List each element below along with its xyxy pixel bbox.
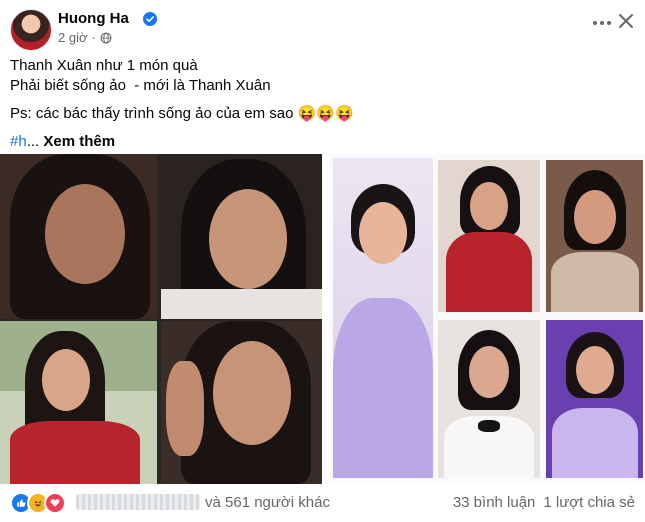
left-collage[interactable] (0, 154, 322, 484)
love-icon (44, 492, 66, 514)
post-text: Thanh Xuân như 1 món quà Phải biết sống … (10, 56, 630, 152)
close-icon[interactable] (613, 8, 639, 34)
shares-count[interactable]: 1 lượt chia sẻ (543, 494, 635, 511)
photo-left-top-2[interactable] (161, 154, 322, 319)
post-footer: và 561 người khác 33 bình luận 1 lượt ch… (10, 488, 635, 518)
author-name[interactable]: Huong Ha (58, 10, 129, 27)
post-meta: 2 giờ · (58, 30, 112, 45)
photo-right-top-right[interactable] (546, 160, 643, 312)
post-line-1: Thanh Xuân như 1 món quà (10, 57, 198, 74)
verified-badge-icon (143, 12, 157, 26)
post-line-2: Phải biết sống ảo - mới là Thanh Xuân (10, 77, 271, 94)
comments-count[interactable]: 33 bình luận (453, 494, 536, 511)
photo-left-top-1[interactable] (0, 154, 157, 319)
photo-right-bottom-middle[interactable] (438, 320, 540, 478)
post-line-3: Ps: các bác thấy trình sống ảo của em sa… (10, 105, 354, 122)
see-more-link[interactable]: Xem thêm (43, 133, 115, 150)
hashtag-link[interactable]: #h (10, 133, 27, 150)
post-line-4: #h... Xem thêm (10, 132, 630, 152)
photo-left-bottom-2[interactable] (161, 321, 322, 484)
post-header: Huong Ha 2 giờ · (10, 8, 635, 52)
reactor-names-blurred (76, 494, 200, 510)
photo-right-top-middle[interactable] (438, 160, 540, 312)
photo-right-bottom-right[interactable] (546, 320, 643, 478)
post-time[interactable]: 2 giờ (58, 30, 88, 45)
photo-right-large[interactable] (333, 158, 433, 478)
ellipsis: ... (26, 133, 40, 150)
author-avatar[interactable] (10, 9, 52, 51)
reaction-icons[interactable] (10, 492, 66, 514)
reaction-others-count[interactable]: và 561 người khác (205, 494, 330, 511)
right-collage[interactable] (330, 154, 645, 484)
engagement-counts: 33 bình luận 1 lượt chia sẻ (453, 494, 635, 511)
globe-icon (100, 32, 112, 43)
photo-collage[interactable] (0, 154, 645, 484)
photo-left-bottom-1[interactable] (0, 321, 157, 484)
meta-separator: · (91, 30, 96, 45)
